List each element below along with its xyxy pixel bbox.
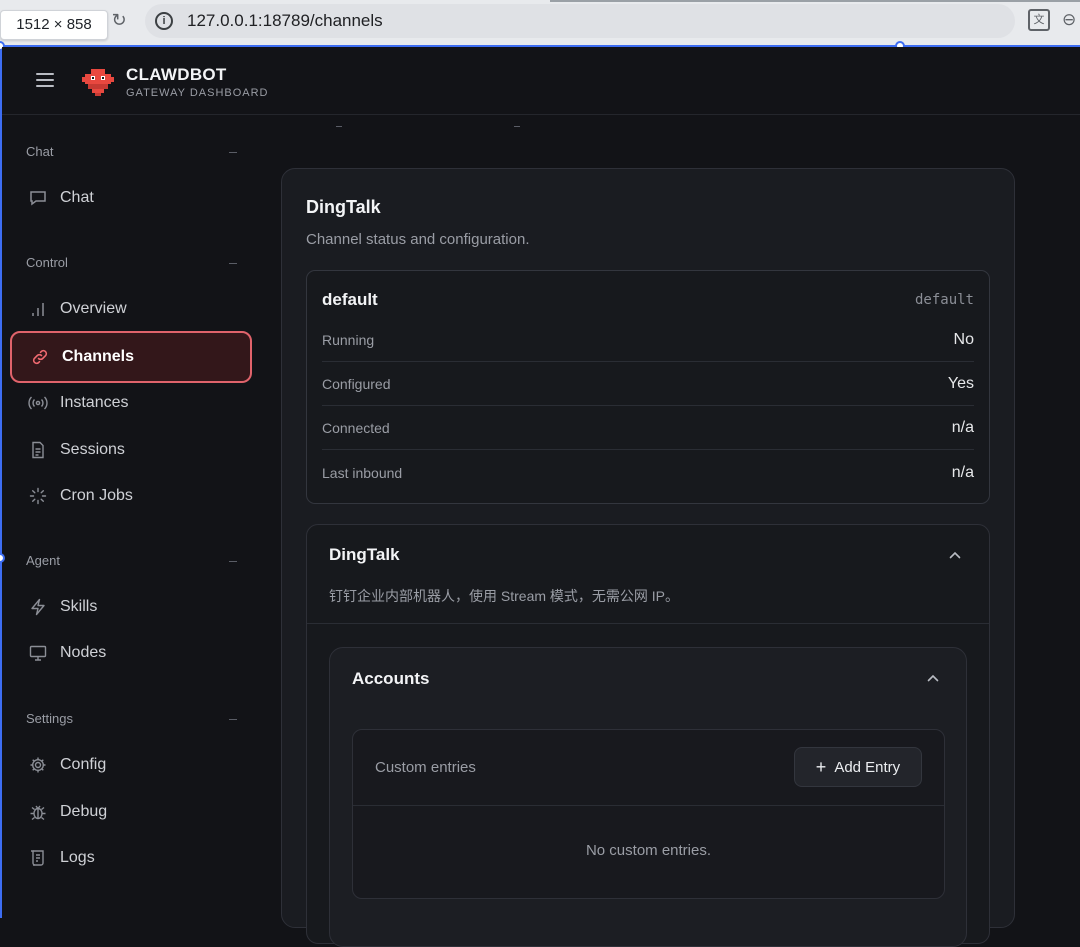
- status-row-running: Running No: [322, 318, 974, 362]
- divider: [514, 126, 520, 127]
- plugin-title[interactable]: DingTalk: [329, 545, 400, 565]
- collapse-icon[interactable]: [229, 152, 237, 153]
- sidebar-item-nodes[interactable]: Nodes: [10, 630, 252, 676]
- collapse-icon[interactable]: [229, 561, 237, 562]
- app-header: CLAWDBOT GATEWAY DASHBOARD: [2, 47, 1080, 115]
- account-status-panel: default default Running No Configured Ye…: [306, 270, 990, 504]
- channel-card: DingTalk Channel status and configuratio…: [281, 168, 1015, 947]
- sidebar-item-debug[interactable]: Debug: [10, 789, 252, 835]
- account-name: default: [322, 290, 378, 309]
- sidebar-item-label: Cron Jobs: [60, 487, 133, 504]
- sidebar-item-label: Logs: [60, 849, 95, 866]
- browser-toolbar: ↻ i 127.0.0.1:18789/channels 文 ⊖ 1512 × …: [0, 0, 1080, 46]
- chevron-up-icon[interactable]: [927, 672, 939, 684]
- zoom-icon[interactable]: ⊖: [1062, 8, 1080, 32]
- add-entry-button[interactable]: + Add Entry: [794, 747, 922, 787]
- chevron-up-icon[interactable]: [949, 549, 961, 561]
- sidebar-item-label: Channels: [62, 348, 135, 365]
- link-icon: [30, 347, 50, 367]
- sidebar-item-chat[interactable]: Chat: [10, 175, 252, 221]
- status-key: Last inbound: [322, 465, 403, 481]
- add-entry-label: Add Entry: [834, 758, 901, 776]
- sidebar-item-label: Config: [60, 756, 107, 773]
- divider: [336, 126, 342, 127]
- gear-icon: [28, 755, 48, 775]
- monitor-icon: [28, 643, 48, 663]
- sidebar-group-control[interactable]: Control: [26, 255, 68, 270]
- sidebar-item-label: Debug: [60, 803, 108, 820]
- brand-name: CLAWDBOT: [126, 65, 227, 84]
- sidebar-item-skills[interactable]: Skills: [10, 584, 252, 630]
- lobster-logo-icon: [82, 69, 114, 96]
- translate-icon[interactable]: 文: [1028, 9, 1050, 31]
- bug-icon: [28, 802, 48, 822]
- sidebar-item-channels[interactable]: Channels: [10, 331, 252, 383]
- loader-icon: [28, 486, 48, 506]
- sidebar-item-cron-jobs[interactable]: Cron Jobs: [10, 473, 252, 519]
- sidebar: Chat Chat Control Overview Channels Inst…: [2, 116, 260, 918]
- sidebar-item-logs[interactable]: Logs: [10, 835, 252, 881]
- plugin-description: 钉钉企业内部机器人，使用 Stream 模式，无需公网 IP。: [329, 588, 680, 604]
- bar-chart-icon: [28, 299, 48, 319]
- sidebar-item-overview[interactable]: Overview: [10, 286, 252, 332]
- chat-icon: [28, 188, 48, 208]
- status-key: Connected: [322, 420, 390, 436]
- document-icon: [28, 440, 48, 460]
- status-key: Running: [322, 332, 375, 348]
- plugin-config-section: DingTalk 钉钉企业内部机器人，使用 Stream 模式，无需公网 IP。…: [306, 524, 990, 947]
- tab-strip: [550, 0, 1080, 2]
- lightning-icon: [28, 597, 48, 617]
- sidebar-item-instances[interactable]: Instances: [10, 380, 252, 426]
- custom-entries-label: Custom entries: [375, 759, 476, 776]
- channel-title: DingTalk: [306, 197, 381, 217]
- size-badge: 1512 × 858: [0, 10, 108, 40]
- status-row-connected: Connected n/a: [322, 406, 974, 450]
- status-row-last-inbound: Last inbound n/a: [322, 451, 974, 495]
- site-info-icon[interactable]: i: [155, 12, 173, 30]
- status-value: Yes: [947, 375, 974, 392]
- status-value: n/a: [951, 464, 974, 481]
- scroll-icon: [28, 848, 48, 868]
- sidebar-item-label: Sessions: [60, 441, 125, 458]
- brand-subtitle: GATEWAY DASHBOARD: [126, 87, 269, 99]
- collapse-icon[interactable]: [229, 263, 237, 264]
- sidebar-item-label: Nodes: [60, 644, 107, 661]
- divider: [353, 805, 944, 806]
- accounts-title[interactable]: Accounts: [352, 669, 429, 689]
- sidebar-item-label: Chat: [60, 189, 94, 206]
- divider: [307, 623, 989, 624]
- sidebar-group-agent[interactable]: Agent: [26, 553, 60, 568]
- sidebar-item-label: Skills: [60, 598, 98, 615]
- broadcast-icon: [28, 393, 48, 413]
- accounts-section: Accounts Custom entries + Add Entry No c…: [329, 647, 967, 947]
- sidebar-item-label: Overview: [60, 300, 127, 317]
- menu-icon[interactable]: [36, 73, 54, 87]
- reload-icon[interactable]: ↻: [107, 8, 131, 32]
- account-id: default: [914, 292, 974, 308]
- sidebar-group-chat[interactable]: Chat: [26, 144, 53, 159]
- channel-subtitle: Channel status and configuration.: [306, 231, 530, 248]
- empty-state-text: No custom entries.: [585, 842, 712, 859]
- address-bar[interactable]: i 127.0.0.1:18789/channels: [145, 4, 1015, 38]
- status-key: Configured: [322, 376, 391, 392]
- plus-icon: +: [815, 757, 827, 777]
- custom-entries-panel: Custom entries + Add Entry No custom ent…: [352, 729, 945, 899]
- status-value: No: [953, 331, 974, 348]
- sidebar-item-label: Instances: [60, 394, 129, 411]
- status-row-configured: Configured Yes: [322, 362, 974, 406]
- url-text[interactable]: 127.0.0.1:18789/channels: [187, 11, 383, 31]
- sidebar-group-settings[interactable]: Settings: [26, 711, 73, 726]
- status-value: n/a: [951, 419, 974, 436]
- sidebar-item-config[interactable]: Config: [10, 742, 252, 788]
- sidebar-item-sessions[interactable]: Sessions: [10, 427, 252, 473]
- collapse-icon[interactable]: [229, 719, 237, 720]
